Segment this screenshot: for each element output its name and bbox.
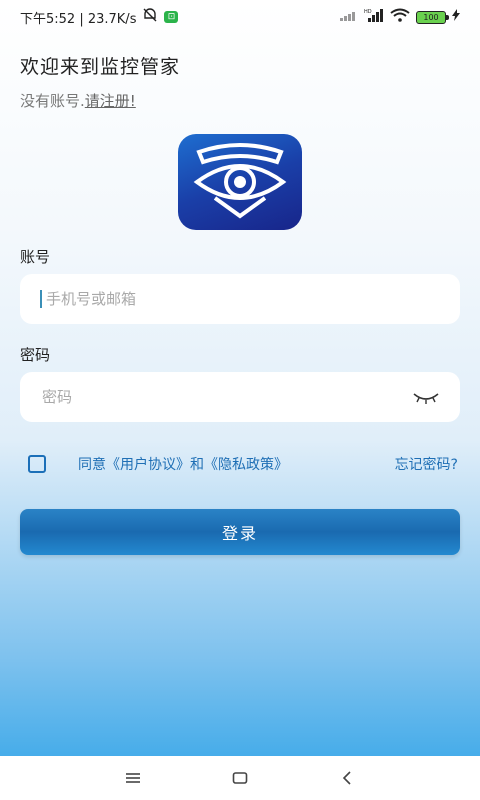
system-nav-bar — [0, 756, 480, 800]
eye-shield-icon — [193, 143, 287, 219]
eye-closed-icon[interactable] — [412, 387, 440, 407]
app-logo — [178, 134, 302, 230]
welcome-title: 欢迎来到监控管家 — [20, 56, 181, 78]
password-label: 密码 — [20, 346, 51, 364]
login-button[interactable]: 登录 — [20, 509, 460, 555]
svg-text:HD: HD — [364, 9, 372, 15]
status-right: HD 100 — [340, 8, 460, 26]
agreement-row: 同意《用户协议》和《隐私政策》 忘记密码? — [28, 452, 458, 476]
account-input[interactable] — [43, 289, 440, 309]
mute-alarm-icon — [142, 8, 158, 26]
no-account-text: 没有账号. — [20, 92, 85, 110]
password-field[interactable] — [20, 372, 460, 422]
agreement-link[interactable]: 同意《用户协议》和《隐私政策》 — [78, 454, 288, 474]
signal-weak-icon — [340, 9, 358, 25]
status-left: 下午5:52 | 23.7K/s ⊡ — [20, 8, 179, 27]
register-link[interactable]: 请注册! — [85, 92, 136, 110]
text-cursor — [40, 290, 42, 308]
charging-icon — [452, 9, 460, 25]
agree-checkbox[interactable] — [28, 455, 46, 473]
account-field[interactable] — [20, 274, 460, 324]
app-notification-icon: ⊡ — [164, 11, 179, 23]
forgot-password-link[interactable]: 忘记密码? — [395, 454, 458, 474]
wifi-icon — [390, 8, 410, 26]
signup-prompt: 没有账号.请注册! — [20, 90, 136, 111]
battery-icon: 100 — [416, 10, 449, 24]
battery-level: 100 — [423, 12, 439, 22]
status-bar: 下午5:52 | 23.7K/s ⊡ HD 100 — [0, 0, 480, 34]
account-label: 账号 — [20, 248, 51, 266]
signal-hd-icon: HD — [364, 8, 384, 26]
password-input[interactable] — [40, 387, 412, 407]
status-time-speed: 下午5:52 | 23.7K/s — [20, 11, 137, 27]
back-icon[interactable] — [327, 763, 367, 793]
menu-icon[interactable] — [113, 763, 153, 793]
home-icon[interactable] — [220, 763, 260, 793]
